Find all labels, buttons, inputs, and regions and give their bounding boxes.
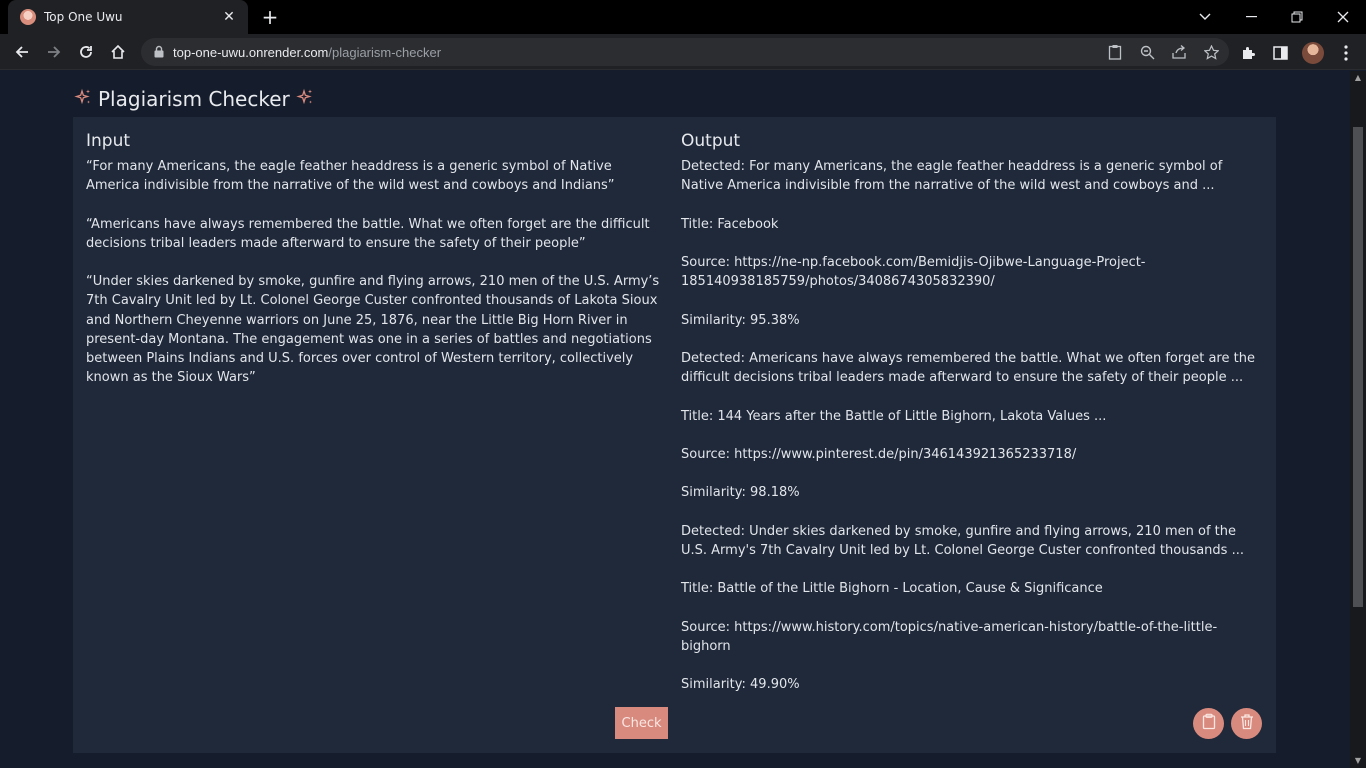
output-heading: Output	[681, 131, 741, 151]
check-button[interactable]: Check	[615, 707, 668, 739]
lock-icon	[153, 43, 165, 62]
reload-button[interactable]	[74, 40, 98, 64]
checker-card: Input “For many Americans, the eagle fea…	[73, 117, 1276, 753]
menu-kebab-icon[interactable]	[1336, 43, 1356, 63]
page-title: Plagiarism Checker	[98, 87, 290, 111]
scroll-down-arrow[interactable]: ▼	[1350, 754, 1366, 768]
forward-button[interactable]	[42, 40, 66, 64]
url-path: /plagiarism-checker	[328, 44, 442, 60]
home-button[interactable]	[106, 40, 130, 64]
profile-avatar[interactable]	[1302, 42, 1324, 64]
scroll-thumb[interactable]	[1353, 127, 1363, 607]
url-domain: top-one-uwu.onrender.com	[173, 44, 329, 60]
sparkles-icon	[74, 88, 92, 110]
browser-tabstrip: Top One Uwu ✕ +	[0, 0, 1366, 34]
scroll-up-arrow[interactable]: ▲	[1350, 71, 1366, 85]
input-heading: Input	[86, 131, 131, 151]
tab-search-icon[interactable]	[1182, 0, 1228, 34]
output-text: Detected: For many Americans, the eagle …	[681, 159, 1255, 693]
input-panel: Input “For many Americans, the eagle fea…	[86, 131, 666, 387]
delete-button[interactable]	[1231, 708, 1262, 739]
clipboard-icon	[1202, 713, 1216, 734]
address-bar[interactable]: top-one-uwu.onrender.com/plagiarism-chec…	[141, 38, 1229, 66]
zoom-icon[interactable]	[1137, 42, 1157, 62]
trash-icon	[1240, 713, 1254, 734]
restore-button[interactable]	[1274, 0, 1320, 34]
input-textarea[interactable]: “For many Americans, the eagle feather h…	[86, 157, 666, 387]
bookmark-star-icon[interactable]	[1201, 42, 1221, 62]
close-window-button[interactable]	[1320, 0, 1366, 34]
clipboard-icon[interactable]	[1105, 42, 1125, 62]
url-text: top-one-uwu.onrender.com/plagiarism-chec…	[173, 45, 441, 60]
sparkles-icon	[296, 88, 314, 110]
extensions-puzzle-icon[interactable]	[1238, 43, 1258, 63]
tab-title: Top One Uwu	[44, 10, 123, 24]
page-viewport: Plagiarism Checker Input “For many Ameri…	[0, 71, 1350, 768]
minimize-button[interactable]	[1228, 0, 1274, 34]
browser-toolbar: top-one-uwu.onrender.com/plagiarism-chec…	[0, 34, 1366, 70]
tab-close-icon[interactable]: ✕	[220, 9, 238, 25]
page-header: Plagiarism Checker	[74, 87, 314, 111]
new-tab-button[interactable]: +	[259, 6, 281, 28]
page-scrollbar[interactable]: ▲ ▼	[1350, 71, 1366, 768]
back-button[interactable]	[10, 40, 34, 64]
share-icon[interactable]	[1169, 42, 1189, 62]
output-panel: Output Detected: For many Americans, the…	[681, 131, 1261, 695]
browser-tab[interactable]: Top One Uwu ✕	[8, 0, 248, 34]
side-panel-icon[interactable]	[1270, 43, 1290, 63]
copy-button[interactable]	[1193, 708, 1224, 739]
favicon-icon	[20, 9, 36, 25]
